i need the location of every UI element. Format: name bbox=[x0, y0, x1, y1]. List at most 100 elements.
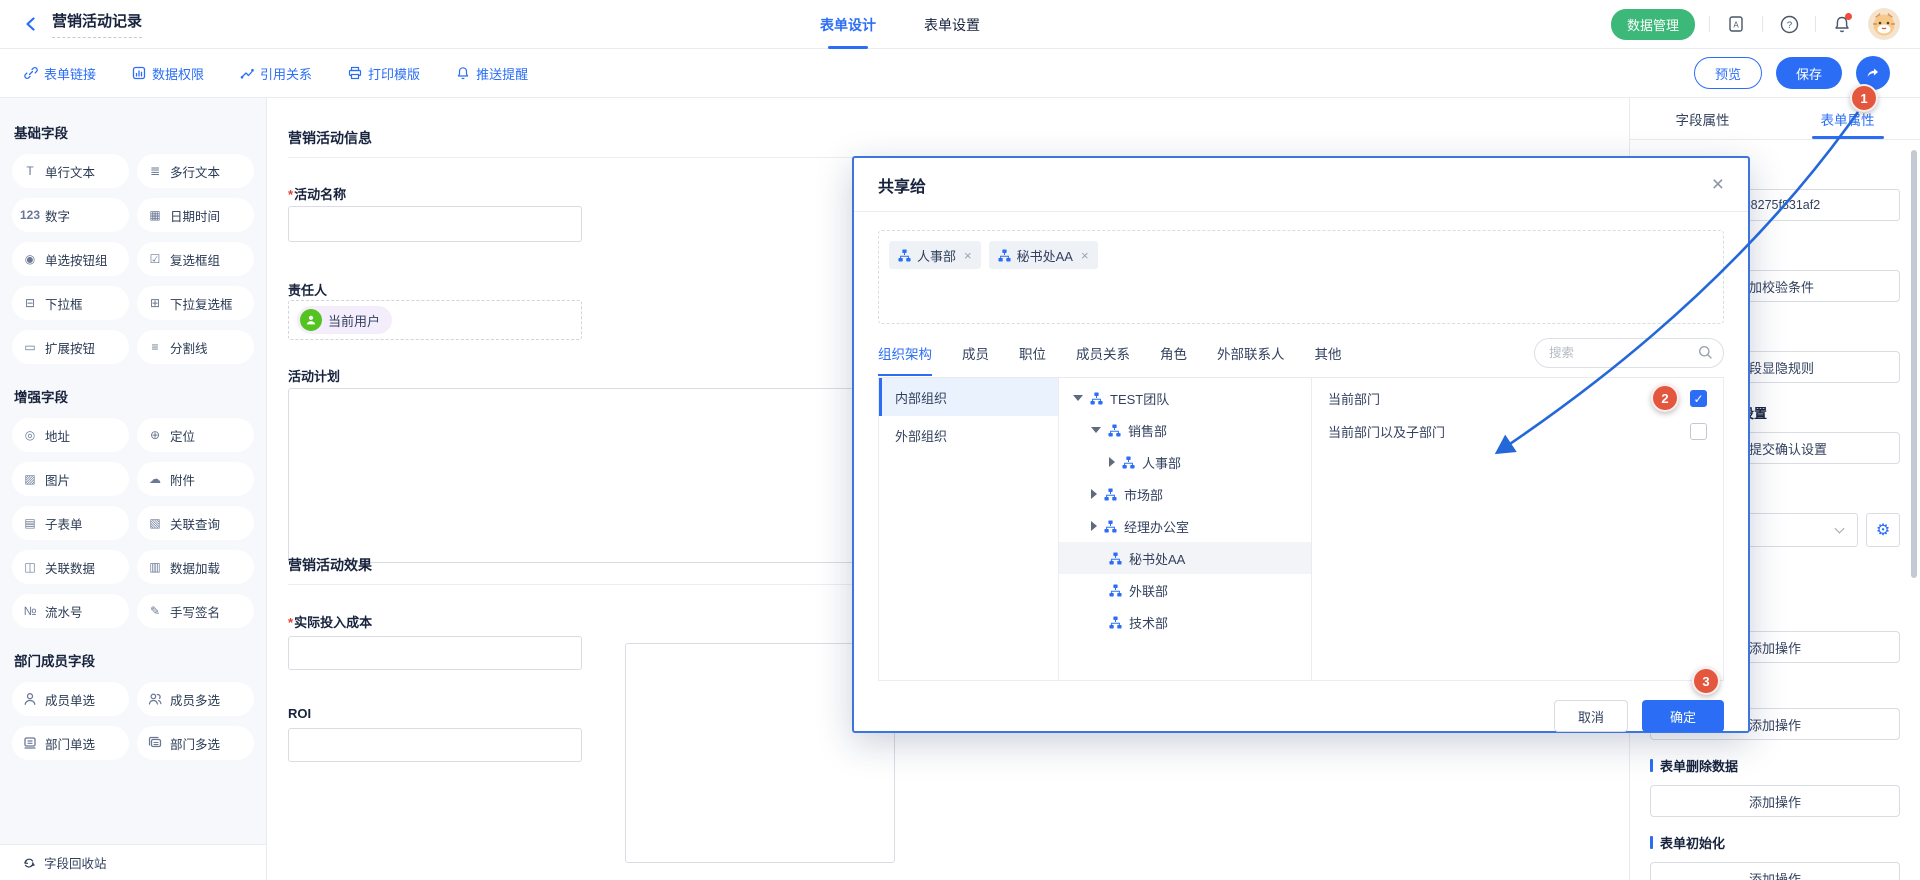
field-item-extend-button[interactable]: ▭扩展按钮 bbox=[12, 330, 129, 364]
save-button[interactable]: 保存 bbox=[1776, 57, 1842, 89]
selected-targets-box[interactable]: 人事部 × 秘书处AA × bbox=[878, 230, 1724, 324]
panel-scrollbar[interactable] bbox=[1911, 150, 1917, 578]
caret-right-icon[interactable] bbox=[1091, 521, 1097, 531]
field-item-dept-multi[interactable]: 部门多选 bbox=[137, 726, 254, 760]
selected-chip-hr-dept[interactable]: 人事部 × bbox=[889, 241, 981, 269]
org-icon bbox=[1109, 584, 1122, 597]
tree-node-manager-office[interactable]: 经理办公室 bbox=[1059, 510, 1311, 542]
form-toolbar: 表单链接 数据权限 引用关系 打印模版 推送提醒 预览 保存 bbox=[0, 49, 1920, 98]
field-item-linked-query[interactable]: ▧关联查询 bbox=[137, 506, 254, 540]
tab-form-settings[interactable]: 表单设置 bbox=[924, 0, 980, 49]
close-icon[interactable]: × bbox=[1712, 174, 1724, 195]
preview-button[interactable]: 预览 bbox=[1694, 57, 1762, 89]
field-item-dept-single[interactable]: 部门单选 bbox=[12, 726, 129, 760]
field-item-multi-select[interactable]: ⊞下拉复选框 bbox=[137, 286, 254, 320]
tab-members[interactable]: 成员 bbox=[962, 343, 989, 375]
field-recycle-bin[interactable]: 字段回收站 bbox=[0, 844, 266, 880]
field-item-select[interactable]: ⊟下拉框 bbox=[12, 286, 129, 320]
field-item-divider[interactable]: ≡分割线 bbox=[137, 330, 254, 364]
tree-node-outreach-dept[interactable]: 外联部 bbox=[1059, 574, 1311, 606]
tree-node-test-team[interactable]: TEST团队 bbox=[1059, 382, 1311, 414]
add-action-button-init[interactable]: 添加操作 bbox=[1650, 862, 1900, 880]
caret-down-icon[interactable] bbox=[1091, 427, 1101, 433]
tab-form-design[interactable]: 表单设计 bbox=[820, 0, 876, 49]
cost-input[interactable] bbox=[288, 636, 582, 670]
caret-down-icon[interactable] bbox=[1073, 395, 1083, 401]
reference-relation-action[interactable]: 引用关系 bbox=[240, 64, 312, 83]
search-input[interactable] bbox=[1534, 338, 1724, 368]
back-icon[interactable] bbox=[20, 13, 42, 35]
field-item-image[interactable]: ▨图片 bbox=[12, 462, 129, 496]
checkbox-unchecked[interactable] bbox=[1690, 423, 1707, 440]
tab-field-properties[interactable]: 字段属性 bbox=[1630, 98, 1775, 139]
field-item-serial-number[interactable]: №流水号 bbox=[12, 594, 129, 628]
field-item-signature[interactable]: ✎手写签名 bbox=[137, 594, 254, 628]
field-item-address[interactable]: ◎地址 bbox=[12, 418, 129, 452]
caret-right-icon[interactable] bbox=[1109, 457, 1115, 467]
tree-node-hr-dept[interactable]: 人事部 bbox=[1059, 446, 1311, 478]
form-link-action[interactable]: 表单链接 bbox=[24, 64, 96, 83]
tab-external-contacts[interactable]: 外部联系人 bbox=[1217, 343, 1285, 375]
notification-bell-icon[interactable] bbox=[1830, 12, 1854, 36]
field-item-label: 成员单选 bbox=[45, 690, 95, 709]
tree-node-tech-dept[interactable]: 技术部 bbox=[1059, 606, 1311, 638]
tab-member-relations[interactable]: 成员关系 bbox=[1076, 343, 1130, 375]
tab-others[interactable]: 其他 bbox=[1315, 343, 1342, 375]
field-item-checkbox-group[interactable]: ☑复选框组 bbox=[137, 242, 254, 276]
form-canvas[interactable]: 营销活动信息 *活动名称 责任人 当前用户 活动计划 营销活动效果 *实际投入成… bbox=[267, 98, 1629, 880]
owner-field[interactable]: 当前用户 bbox=[288, 300, 582, 340]
single-line-text-icon: T bbox=[22, 163, 38, 179]
avatar[interactable] bbox=[1868, 8, 1900, 40]
help-icon[interactable]: ? bbox=[1777, 12, 1801, 36]
field-item-attachment[interactable]: ☁附件 bbox=[137, 462, 254, 496]
data-manage-button[interactable]: 数据管理 bbox=[1611, 9, 1695, 40]
field-item-multi-line-text[interactable]: ≣多行文本 bbox=[137, 154, 254, 188]
tree-node-marketing-dept[interactable]: 市场部 bbox=[1059, 478, 1311, 510]
field-item-location[interactable]: ⊕定位 bbox=[137, 418, 254, 452]
add-action-button-delete[interactable]: 添加操作 bbox=[1650, 785, 1900, 817]
field-item-member-multi[interactable]: 成员多选 bbox=[137, 682, 254, 716]
printer-icon bbox=[348, 66, 362, 80]
field-item-number[interactable]: 123数字 bbox=[12, 198, 129, 232]
linked-data-icon: ◫ bbox=[22, 559, 38, 575]
current-user-chip[interactable]: 当前用户 bbox=[297, 306, 392, 334]
confirm-button[interactable]: 确定 bbox=[1642, 700, 1724, 732]
divider-icon: ≡ bbox=[147, 339, 163, 355]
internal-org-item[interactable]: 内部组织 bbox=[879, 378, 1058, 416]
field-item-radio-group[interactable]: ◉单选按钮组 bbox=[12, 242, 129, 276]
checkbox-checked[interactable]: ✓ bbox=[1690, 390, 1707, 407]
field-item-member-single[interactable]: 成员单选 bbox=[12, 682, 129, 716]
contacts-book-icon[interactable]: A bbox=[1724, 12, 1748, 36]
recycle-label: 字段回收站 bbox=[44, 853, 107, 872]
caret-right-icon[interactable] bbox=[1091, 489, 1097, 499]
field-item-subform[interactable]: ▤子表单 bbox=[12, 506, 129, 540]
cancel-button[interactable]: 取消 bbox=[1554, 700, 1628, 732]
share-dialog-tabs: 组织架构 成员 职位 成员关系 角色 外部联系人 其他 bbox=[878, 340, 1724, 378]
selected-chip-secretary-dept[interactable]: 秘书处AA × bbox=[989, 241, 1098, 269]
activity-name-input[interactable] bbox=[288, 206, 582, 242]
layout-settings-button[interactable]: ⚙ bbox=[1866, 513, 1900, 547]
plan-textarea[interactable] bbox=[288, 388, 908, 563]
org-tree: TEST团队 销售部 人事部 市场部 经理办公室 秘书处AA 外联部 技术部 bbox=[1059, 378, 1312, 680]
push-reminder-action[interactable]: 推送提醒 bbox=[456, 64, 528, 83]
tab-form-properties[interactable]: 表单属性 bbox=[1775, 98, 1920, 139]
field-item-linked-data[interactable]: ◫关联数据 bbox=[12, 550, 129, 584]
option-current-dept-and-sub[interactable]: 当前部门以及子部门 bbox=[1312, 415, 1723, 448]
print-template-action[interactable]: 打印模版 bbox=[348, 64, 420, 83]
field-item-data-load[interactable]: ▥数据加载 bbox=[137, 550, 254, 584]
tree-node-sales-dept[interactable]: 销售部 bbox=[1059, 414, 1311, 446]
tab-org-structure[interactable]: 组织架构 bbox=[878, 343, 932, 375]
group-title-basic: 基础字段 bbox=[14, 122, 252, 142]
option-current-dept[interactable]: 当前部门 2 ✓ bbox=[1312, 382, 1723, 415]
external-org-item[interactable]: 外部组织 bbox=[879, 416, 1058, 454]
field-item-datetime[interactable]: ▦日期时间 bbox=[137, 198, 254, 232]
field-item-single-line-text[interactable]: T单行文本 bbox=[12, 154, 129, 188]
roi-input[interactable] bbox=[288, 728, 582, 762]
tree-node-secretary-dept[interactable]: 秘书处AA bbox=[1059, 542, 1311, 574]
tab-roles[interactable]: 角色 bbox=[1160, 343, 1187, 375]
org-icon bbox=[1104, 488, 1117, 501]
remove-chip-icon[interactable]: × bbox=[1081, 248, 1089, 263]
tab-positions[interactable]: 职位 bbox=[1019, 343, 1046, 375]
data-permission-action[interactable]: 数据权限 bbox=[132, 64, 204, 83]
remove-chip-icon[interactable]: × bbox=[964, 248, 972, 263]
